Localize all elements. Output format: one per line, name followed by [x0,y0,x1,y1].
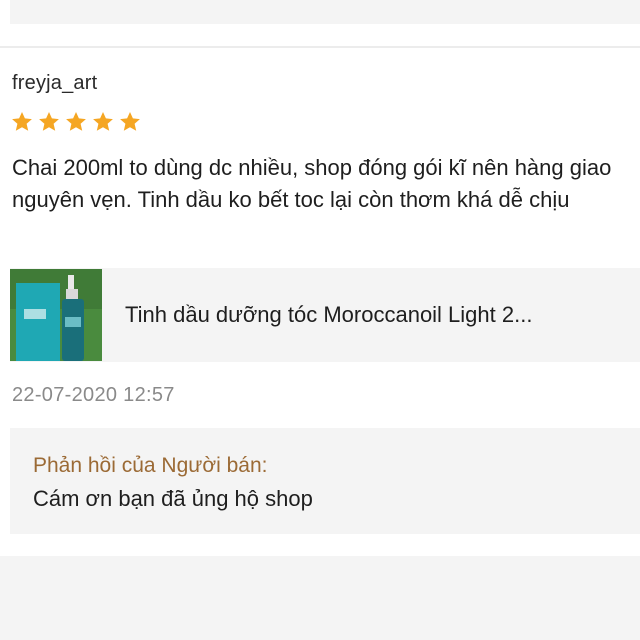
product-name: Tinh dầu dưỡng tóc Moroccanoil Light 2..… [125,302,533,327]
seller-reply-text: Cám ơn bạn đã ủng hộ shop [33,486,313,511]
review-comment: Chai 200ml to dùng dc nhiều, shop đóng g… [12,155,612,212]
review-timestamp: 22-07-2020 12:57 [12,384,175,406]
seller-reply-title: Phản hồi của Người bán: [33,454,268,477]
review-divider [0,46,640,48]
star-icon [93,112,113,131]
previous-review-card [10,0,640,24]
star-rating [10,110,142,134]
section-separator [0,556,640,640]
product-bottle-image [10,269,102,361]
star-icon [66,112,86,131]
star-icon [12,112,32,131]
product-link-card[interactable]: Tinh dầu dưỡng tóc Moroccanoil Light 2..… [10,268,640,362]
reviewer-username: freyja_art [12,72,98,94]
star-icon [120,112,140,131]
star-icon [39,112,59,131]
product-bottle-icon [10,269,102,361]
seller-reply-box: Phản hồi của Người bán: Cám ơn bạn đã ủn… [10,428,640,534]
